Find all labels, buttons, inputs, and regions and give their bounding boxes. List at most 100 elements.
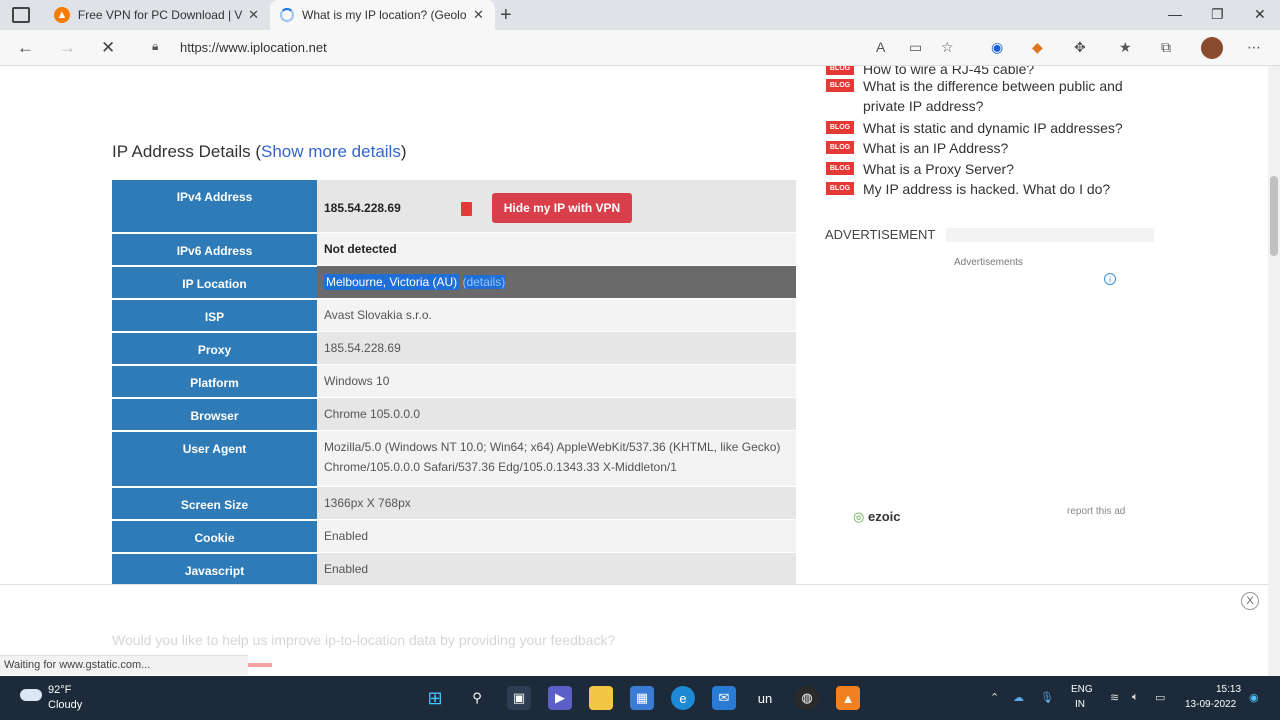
teams-chat-icon[interactable]: ▶	[548, 686, 572, 710]
ezoic-leaf-icon: ◎	[853, 509, 868, 524]
section-title-close: )	[400, 142, 407, 161]
hide-ip-vpn-button[interactable]: Hide my IP with VPN	[491, 193, 633, 223]
file-explorer-icon[interactable]	[589, 686, 613, 710]
row-value: Enabled	[317, 552, 796, 586]
clock-time[interactable]: 15:13	[1216, 684, 1241, 695]
row-value: Chrome 105.0.0.0	[317, 397, 796, 431]
windows-start-icon[interactable]: ⊞	[423, 686, 447, 710]
report-ad-link[interactable]: report this ad	[1067, 506, 1125, 517]
blog-link[interactable]: BLOG What is a Proxy Server?	[826, 159, 1156, 179]
details-link[interactable]: (details)	[462, 275, 506, 289]
edge-icon[interactable]: e	[671, 686, 695, 710]
ip-details-table: IPv4 Address 185.54.228.69 Hide my IP wit…	[112, 180, 796, 587]
row-value: 185.54.228.69	[317, 331, 796, 365]
extensions-icon[interactable]: ✥	[1074, 39, 1086, 56]
table-row: Browser Chrome 105.0.0.0	[112, 397, 796, 432]
blog-badge: BLOG	[826, 121, 854, 134]
add-favorite-icon[interactable]: ☆	[941, 39, 954, 56]
row-label: ISP	[112, 298, 317, 333]
collections-icon[interactable]: ⧉	[1161, 39, 1171, 56]
onedrive-icon[interactable]: ☁	[1013, 691, 1024, 704]
restore-icon[interactable]: ❐	[1211, 6, 1224, 23]
close-tab-icon[interactable]: ✕	[473, 7, 484, 23]
avatar[interactable]	[1201, 37, 1223, 59]
tab-actions-icon[interactable]	[12, 7, 30, 23]
table-row: IPv6 Address Not detected	[112, 232, 796, 267]
advertisement-label: ADVERTISEMENT	[825, 227, 936, 242]
forward-icon[interactable]: →	[59, 38, 76, 58]
scrollbar-thumb[interactable]	[1270, 176, 1278, 256]
tab-title: What is my IP location? (Geoloca	[302, 8, 467, 22]
url-field[interactable]: https://www.iplocation.net	[180, 40, 327, 55]
task-view-icon[interactable]: ▣	[507, 686, 531, 710]
windows-taskbar: 92°F Cloudy ⊞ ⚲ ▣ ▶ ▦ e ✉ un ◍ ▲ ⌃ ☁ 🎙︎ …	[0, 676, 1280, 720]
blog-link[interactable]: BLOG My IP address is hacked. What do I d…	[826, 179, 1156, 199]
favorites-icon[interactable]: ★	[1119, 39, 1132, 56]
blog-link-text: What is static and dynamic IP addresses?	[863, 120, 1123, 136]
ezoic-text: ezoic	[867, 509, 901, 524]
store-icon[interactable]: ▦	[630, 686, 654, 710]
blog-link[interactable]: BLOG What is an IP Address?	[826, 138, 1156, 158]
close-tab-icon[interactable]: ✕	[248, 7, 259, 23]
show-more-link[interactable]: Show more details	[261, 142, 401, 161]
back-icon[interactable]: ←	[17, 38, 34, 58]
ip-location-value: Melbourne, Victoria (AU)	[324, 274, 460, 290]
tab-free-vpn[interactable]: ▲ Free VPN for PC Download | VPN ✕	[44, 0, 269, 30]
wifi-icon[interactable]: ≋	[1110, 691, 1119, 704]
blog-link[interactable]: BLOG What is the difference between publi…	[826, 76, 1156, 116]
page-content: IP Address Details (Show more details) I…	[0, 66, 1268, 676]
table-row: Javascript Enabled	[112, 552, 796, 587]
blog-link[interactable]: BLOG What is static and dynamic IP addres…	[826, 118, 1156, 138]
section-title-text: IP Address Details (	[112, 142, 261, 161]
loading-indicator	[248, 663, 272, 667]
show-hidden-icons[interactable]: ⌃	[990, 691, 999, 704]
immersive-reader-icon[interactable]: ▭	[909, 39, 922, 56]
read-aloud-icon[interactable]: A	[876, 39, 885, 55]
chrome-icon[interactable]: ◍	[795, 686, 819, 710]
table-row: IPv4 Address 185.54.228.69 Hide my IP wit…	[112, 180, 796, 234]
region-indicator[interactable]: IN	[1075, 699, 1085, 710]
blog-badge: BLOG	[826, 182, 854, 195]
cloud-icon[interactable]	[20, 689, 42, 701]
row-value: Not detected	[317, 232, 796, 266]
microphone-icon[interactable]: 🎙︎	[1040, 691, 1054, 704]
metamask-icon[interactable]: ◆	[1032, 39, 1043, 56]
page-scrollbar[interactable]	[1268, 66, 1280, 676]
row-label: Proxy	[112, 331, 317, 366]
ads-caption: Advertisements	[954, 257, 1023, 268]
row-label: Cookie	[112, 519, 317, 554]
close-feedback-icon[interactable]: X	[1241, 592, 1259, 610]
mail-icon[interactable]: ✉	[712, 686, 736, 710]
weather-condition[interactable]: Cloudy	[48, 699, 82, 711]
table-row: Platform Windows 10	[112, 364, 796, 399]
notifications-icon[interactable]: ◉	[1249, 691, 1259, 704]
close-window-icon[interactable]: ✕	[1254, 6, 1266, 23]
blog-link-text: What is the difference between public an…	[863, 78, 1123, 114]
copy-icon[interactable]	[460, 201, 472, 216]
ezoic-logo[interactable]: ◎ ezoic	[853, 509, 900, 525]
lock-icon[interactable]: 🔒︎	[152, 39, 158, 54]
new-tab-icon[interactable]: +	[500, 4, 512, 27]
language-indicator[interactable]: ENG	[1071, 684, 1093, 695]
stop-loading-icon[interactable]: ✕	[101, 38, 115, 58]
unknown-app-icon[interactable]: un	[753, 686, 777, 710]
minimize-icon[interactable]: —	[1168, 6, 1182, 22]
volume-icon[interactable]: 🔈︎	[1132, 691, 1139, 704]
extension-vpn-icon[interactable]: ◉	[991, 39, 1003, 56]
more-menu-icon[interactable]: ⋯	[1247, 39, 1261, 56]
weather-temperature[interactable]: 92°F	[48, 684, 71, 696]
clock-date[interactable]: 13-09-2022	[1185, 699, 1236, 710]
row-value: 1366px X 768px	[317, 486, 796, 520]
row-label: Screen Size	[112, 486, 317, 521]
ad-info-icon[interactable]: i	[1104, 273, 1116, 285]
feedback-prompt: Would you like to help us improve ip-to-…	[112, 632, 616, 648]
battery-icon[interactable]: ▭	[1155, 691, 1165, 704]
search-icon[interactable]: ⚲	[465, 686, 489, 710]
avast-vpn-icon[interactable]: ▲	[836, 686, 860, 710]
table-row: IP Location Melbourne, Victoria (AU) (de…	[112, 265, 796, 300]
tab-iplocation[interactable]: What is my IP location? (Geoloca ✕	[270, 0, 495, 30]
blog-link-text: My IP address is hacked. What do I do?	[863, 181, 1111, 197]
table-row: Proxy 185.54.228.69	[112, 331, 796, 366]
table-row: Cookie Enabled	[112, 519, 796, 554]
table-row: User Agent Mozilla/5.0 (Windows NT 10.0;…	[112, 430, 796, 488]
